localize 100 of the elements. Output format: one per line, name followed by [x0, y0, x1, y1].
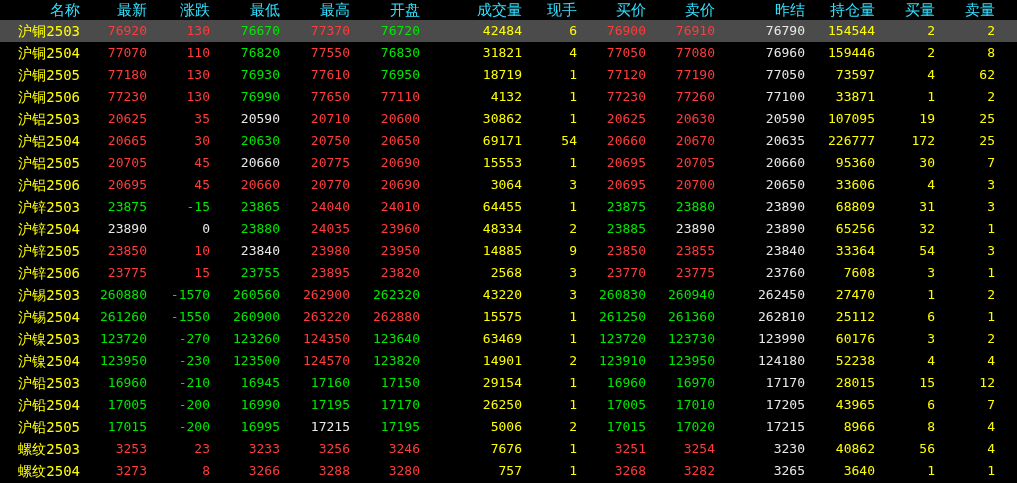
table-cell: 63469 [482, 330, 522, 348]
table-cell: 3640 [843, 462, 875, 480]
table-cell: 16960 [606, 374, 646, 392]
table-cell: 14885 [482, 242, 522, 260]
table-cell: 260830 [599, 286, 646, 304]
table-cell: 76900 [606, 22, 646, 40]
table-cell: 20635 [765, 132, 805, 150]
contract-name: 沪铅2503 [18, 374, 80, 392]
contract-name: 沪铜2506 [18, 88, 80, 106]
column-header: 最新 [117, 1, 147, 19]
table-cell: 5006 [490, 418, 522, 436]
table-cell: 6 [569, 22, 577, 40]
table-cell: 2 [927, 22, 935, 40]
column-header: 现手 [547, 1, 577, 19]
table-cell: 62 [979, 66, 995, 84]
table-cell: 17195 [380, 418, 420, 436]
table-cell: 3 [927, 330, 935, 348]
table-cell: 28015 [835, 374, 875, 392]
table-cell: 2 [987, 286, 995, 304]
table-cell: 23775 [107, 264, 147, 282]
table-cell: 17010 [675, 396, 715, 414]
column-header: 买量 [905, 1, 935, 19]
table-cell: 15575 [482, 308, 522, 326]
table-cell: 24010 [380, 198, 420, 216]
column-header: 卖量 [965, 1, 995, 19]
table-cell: 20625 [107, 110, 147, 128]
table-cell: 4 [569, 44, 577, 62]
contract-name: 沪铜2505 [18, 66, 80, 84]
table-cell: 76920 [107, 22, 147, 40]
table-cell: 23885 [606, 220, 646, 238]
table-cell: 95360 [835, 154, 875, 172]
table-cell: 18719 [482, 66, 522, 84]
table-cell: -210 [178, 374, 210, 392]
table-cell: 2568 [490, 264, 522, 282]
table-cell: 3256 [318, 440, 350, 458]
table-cell: 17195 [310, 396, 350, 414]
table-cell: 260880 [100, 286, 147, 304]
table-cell: 33606 [835, 176, 875, 194]
table-cell: 20660 [765, 154, 805, 172]
table-cell: 3064 [490, 176, 522, 194]
table-cell: 20650 [380, 132, 420, 150]
table-cell: 3230 [773, 440, 805, 458]
column-header: 买价 [616, 1, 646, 19]
table-cell: 20750 [310, 132, 350, 150]
quote-row[interactable]: 沪铜2503 76920 130 76670 77370 76720 42484 6 76900 76910 76790 154544 2 2 [0, 20, 1017, 42]
table-cell: 77050 [606, 44, 646, 62]
table-cell: 32 [919, 220, 935, 238]
table-cell: 20630 [240, 132, 280, 150]
table-cell: 54 [561, 132, 577, 150]
table-cell: 23880 [675, 198, 715, 216]
table-cell: 20705 [675, 154, 715, 172]
table-cell: 3253 [115, 440, 147, 458]
table-cell: 3268 [614, 462, 646, 480]
table-cell: 15 [194, 264, 210, 282]
table-cell: 31821 [482, 44, 522, 62]
table-cell: 172 [911, 132, 935, 150]
table-cell: 107095 [828, 110, 875, 128]
table-cell: 45 [194, 176, 210, 194]
table-cell: 76960 [765, 44, 805, 62]
table-cell: 76720 [380, 22, 420, 40]
table-cell: 65256 [835, 220, 875, 238]
table-cell: 33871 [835, 88, 875, 106]
table-cell: 77230 [606, 88, 646, 106]
table-cell: 23890 [107, 220, 147, 238]
table-cell: 23895 [310, 264, 350, 282]
table-cell: 20630 [675, 110, 715, 128]
table-cell: 16960 [107, 374, 147, 392]
table-cell: 76990 [240, 88, 280, 106]
table-cell: 23890 [765, 198, 805, 216]
contract-name: 沪铜2504 [18, 44, 80, 62]
table-cell: 123640 [373, 330, 420, 348]
table-cell: 77230 [107, 88, 147, 106]
table-cell: 23 [194, 440, 210, 458]
table-cell: 10 [194, 242, 210, 260]
table-cell: 3280 [388, 462, 420, 480]
table-cell: 17215 [310, 418, 350, 436]
table-cell: 2 [569, 418, 577, 436]
table-cell: 123820 [373, 352, 420, 370]
table-cell: 123950 [100, 352, 147, 370]
table-cell: 17015 [606, 418, 646, 436]
contract-name: 沪锌2504 [18, 220, 80, 238]
table-cell: 30 [919, 154, 935, 172]
table-cell: 23840 [240, 242, 280, 260]
column-header: 昨结 [775, 1, 805, 19]
table-cell: 20770 [310, 176, 350, 194]
table-cell: -270 [178, 330, 210, 348]
table-cell: -200 [178, 396, 210, 414]
table-cell: 1 [927, 286, 935, 304]
table-cell: 262320 [373, 286, 420, 304]
table-cell: 77370 [310, 22, 350, 40]
table-cell: 1 [987, 308, 995, 326]
table-cell: 1 [569, 330, 577, 348]
table-cell: 123720 [100, 330, 147, 348]
table-cell: 20660 [240, 176, 280, 194]
table-cell: 23875 [107, 198, 147, 216]
table-cell: 124570 [303, 352, 350, 370]
table-cell: 42484 [482, 22, 522, 40]
table-cell: 262810 [758, 308, 805, 326]
column-header: 成交量 [477, 1, 522, 19]
contract-name: 沪锡2503 [18, 286, 80, 304]
